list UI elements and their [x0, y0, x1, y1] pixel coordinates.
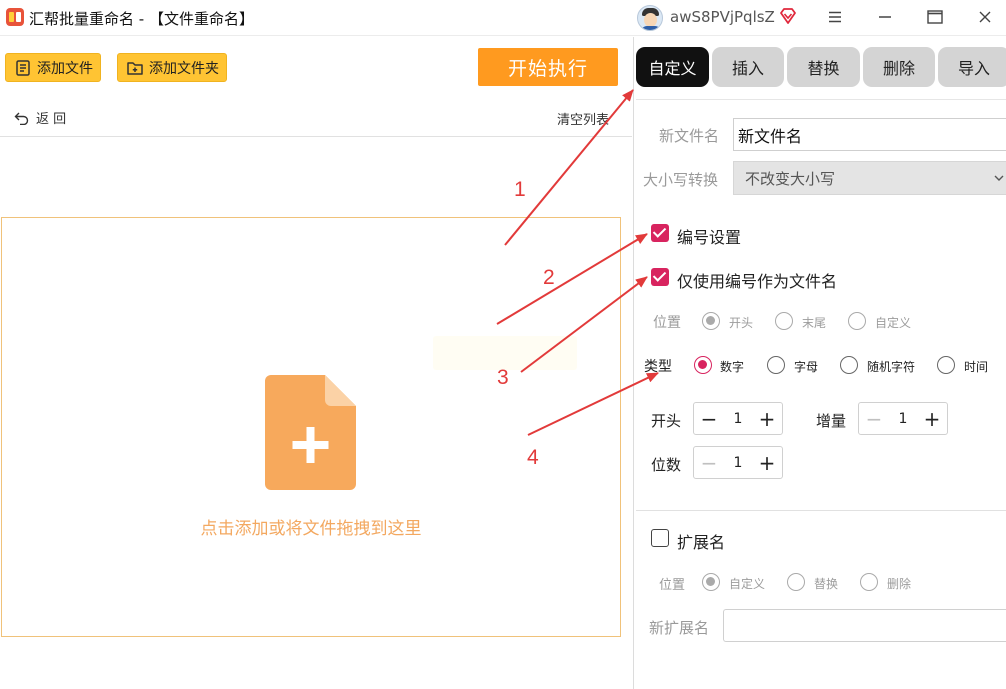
new-extension-input[interactable] [723, 609, 1006, 642]
back-button[interactable]: 返 回 [14, 108, 66, 127]
tab-replace[interactable]: 替换 [787, 47, 860, 87]
type-option-random: 随机字符 [867, 360, 916, 374]
increment-stepper[interactable]: − 1 + [858, 402, 948, 435]
ext-position-radio-custom[interactable] [702, 573, 720, 591]
digits-stepper[interactable]: − 1 + [693, 446, 783, 479]
annotation-label-2: 2 [543, 266, 555, 289]
increment-increment-button[interactable]: + [917, 403, 947, 434]
ext-position-radio-delete[interactable] [860, 573, 878, 591]
position-option-end: 末尾 [802, 316, 827, 330]
type-option-time: 时间 [964, 360, 989, 374]
annotation-label-3: 3 [497, 366, 509, 389]
ext-position-option-custom: 自定义 [729, 577, 766, 591]
digits-label: 位数 [651, 456, 682, 474]
start-decrement-button[interactable]: − [694, 403, 724, 434]
panel-separator [633, 37, 634, 689]
close-icon [979, 11, 991, 23]
start-stepper[interactable]: − 1 + [693, 402, 783, 435]
faded-overlay [433, 336, 577, 370]
add-folder-label: 添加文件夹 [149, 60, 219, 77]
position-radio-end[interactable] [775, 312, 793, 330]
username[interactable]: awS8PVjPqlsZ [670, 8, 775, 26]
ext-position-option-delete: 删除 [887, 577, 912, 591]
annotation-label-1: 1 [514, 178, 526, 201]
tab-insert[interactable]: 插入 [712, 47, 784, 87]
only-number-label: 仅使用编号作为文件名 [677, 272, 838, 291]
user-avatar[interactable] [637, 5, 663, 31]
maximize-button[interactable] [918, 4, 952, 30]
type-radio-random[interactable] [840, 356, 858, 374]
type-option-number: 数字 [720, 360, 745, 374]
ext-position-option-replace: 替换 [814, 577, 839, 591]
tab-delete[interactable]: 删除 [863, 47, 935, 87]
new-filename-label: 新文件名 [659, 127, 720, 145]
type-radio-time[interactable] [937, 356, 955, 374]
file-list-icon [16, 59, 30, 76]
maximize-icon [927, 10, 943, 24]
type-option-letter: 字母 [794, 360, 819, 374]
type-label: 类型 [644, 359, 672, 375]
position-label: 位置 [653, 315, 681, 331]
digits-value[interactable]: 1 [724, 455, 752, 471]
back-arrow-icon [14, 112, 29, 125]
minimize-icon [879, 16, 891, 18]
case-conversion-label: 大小写转换 [643, 171, 719, 189]
title-bar: 汇帮批量重命名 - 【文件重命名】 awS8PVjPqlsZ [0, 0, 1006, 36]
close-button[interactable] [968, 4, 1002, 30]
folder-add-icon [127, 61, 143, 75]
tabs-divider [636, 99, 1006, 100]
app-logo-icon [6, 8, 24, 26]
start-value[interactable]: 1 [724, 411, 752, 427]
annotation-label-4: 4 [527, 446, 539, 469]
window-title: 汇帮批量重命名 - 【文件重命名】 [29, 10, 254, 28]
tab-custom[interactable]: 自定义 [636, 47, 709, 87]
menu-button[interactable] [818, 4, 852, 30]
new-filename-input[interactable]: 新文件名 [733, 118, 1006, 151]
start-increment-button[interactable]: + [752, 403, 782, 434]
increment-label: 增量 [816, 412, 847, 430]
add-folder-button[interactable]: 添加文件夹 [117, 53, 227, 82]
ext-position-radio-replace[interactable] [787, 573, 805, 591]
digits-decrement-button[interactable]: − [694, 447, 724, 478]
ext-position-label: 位置 [659, 578, 686, 593]
new-extension-label: 新扩展名 [649, 619, 710, 637]
add-file-label: 添加文件 [37, 60, 93, 77]
increment-value[interactable]: 1 [889, 411, 917, 427]
new-filename-value: 新文件名 [738, 126, 803, 146]
back-label: 返 回 [36, 112, 67, 127]
numbering-label: 编号设置 [677, 228, 742, 247]
digits-increment-button[interactable]: + [752, 447, 782, 478]
only-number-checkbox[interactable] [651, 268, 669, 286]
vip-diamond-icon[interactable] [779, 7, 797, 25]
clear-list-button[interactable]: 清空列表 [557, 109, 609, 128]
case-conversion-select[interactable]: 不改变大小写 [733, 161, 1006, 195]
extension-checkbox[interactable] [651, 529, 669, 547]
tab-import[interactable]: 导入 [938, 47, 1006, 87]
menu-icon [829, 11, 841, 23]
add-file-button[interactable]: 添加文件 [5, 53, 101, 82]
numbering-checkbox[interactable] [651, 224, 669, 242]
position-option-start: 开头 [729, 316, 754, 330]
list-header-divider [0, 136, 632, 137]
drop-hint-text: 点击添加或将文件拖拽到这里 [200, 519, 422, 539]
increment-decrement-button[interactable]: − [859, 403, 889, 434]
extension-divider [636, 510, 1006, 511]
start-button[interactable]: 开始执行 [478, 48, 618, 86]
case-conversion-value: 不改变大小写 [745, 169, 836, 188]
minimize-button[interactable] [868, 4, 902, 30]
add-file-icon[interactable] [265, 375, 356, 490]
start-label: 开头 [651, 412, 682, 430]
chevron-down-icon [994, 175, 1004, 181]
type-radio-letter[interactable] [767, 356, 785, 374]
position-option-custom: 自定义 [875, 316, 912, 330]
type-radio-number[interactable] [694, 356, 712, 374]
position-radio-start[interactable] [702, 312, 720, 330]
extension-label: 扩展名 [677, 533, 726, 552]
position-radio-custom[interactable] [848, 312, 866, 330]
